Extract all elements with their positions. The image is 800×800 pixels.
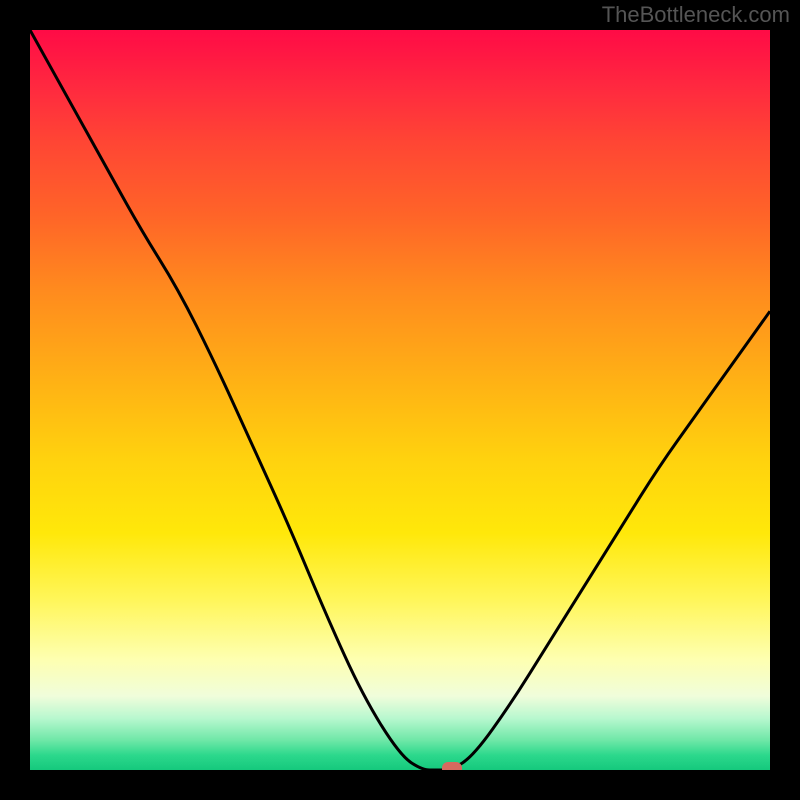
chart-frame: TheBottleneck.com [0,0,800,800]
plot-area [30,30,770,770]
optimal-marker [442,762,462,770]
bottleneck-curve [30,30,770,770]
watermark-text: TheBottleneck.com [602,2,790,28]
curve-svg [30,30,770,770]
